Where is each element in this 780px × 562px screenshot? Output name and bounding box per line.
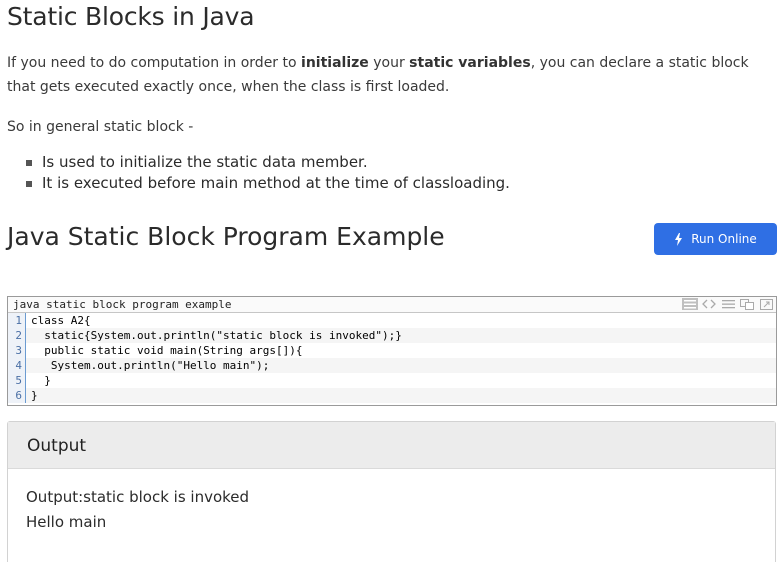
bullet-item: Is used to initialize the static data me…	[26, 152, 510, 173]
output-body: Output:static block is invoked Hello mai…	[8, 469, 775, 535]
code-text: }	[31, 389, 38, 402]
print-icon[interactable]	[739, 298, 755, 310]
line-number: 2	[8, 328, 26, 343]
page-title: Static Blocks in Java	[7, 2, 255, 31]
bullet-text: Is used to initialize the static data me…	[42, 153, 368, 171]
intro-bold-initialize: initialize	[301, 55, 369, 71]
run-online-button[interactable]: Run Online	[654, 223, 777, 255]
intro-text: If you need to do computation in order t…	[7, 55, 302, 71]
code-line: 5 }	[8, 373, 776, 388]
code-toolbar	[682, 298, 774, 310]
line-number: 6	[8, 388, 26, 403]
bullet-list: Is used to initialize the static data me…	[26, 152, 510, 194]
help-icon[interactable]	[758, 298, 774, 310]
code-line: 3 public static void main(String args[])…	[8, 343, 776, 358]
bullet-item: It is executed before main method at the…	[26, 173, 510, 194]
section-title: Java Static Block Program Example	[7, 222, 445, 251]
output-line: Hello main	[26, 513, 107, 531]
bullet-square-icon	[26, 181, 32, 187]
copy-to-clipboard-icon[interactable]	[720, 298, 736, 310]
intro-text: your	[368, 55, 410, 71]
line-number: 1	[8, 313, 26, 328]
code-text: static{System.out.println("static block …	[31, 329, 402, 342]
code-text: System.out.println("Hello main");	[31, 359, 270, 372]
code-title: java static block program example	[13, 298, 232, 311]
code-text: public static void main(String args[]){	[31, 344, 303, 357]
code-line: 4 System.out.println("Hello main");	[8, 358, 776, 373]
code-lines: 1 class A2{ 2 static{System.out.println("…	[8, 313, 776, 403]
run-online-label: Run Online	[691, 232, 757, 246]
code-line: 6}	[8, 388, 776, 403]
code-line: 1 class A2{	[8, 313, 776, 328]
code-text: class A2{	[31, 314, 91, 327]
intro-bold-static-variables: static variables	[409, 55, 531, 71]
code-text: }	[31, 374, 51, 387]
bullet-text: It is executed before main method at the…	[42, 174, 510, 192]
code-title-bar: java static block program example	[8, 297, 776, 313]
view-plain-icon[interactable]	[682, 298, 698, 310]
bolt-icon	[674, 232, 683, 246]
code-block: java static block program example 1 class…	[7, 296, 777, 406]
view-source-icon[interactable]	[701, 298, 717, 310]
output-heading: Output	[8, 422, 775, 469]
output-panel: Output Output:static block is invoked He…	[7, 421, 776, 562]
line-number: 4	[8, 358, 26, 373]
output-line: Output:static block is invoked	[26, 488, 250, 506]
line-number: 5	[8, 373, 26, 388]
line-number: 3	[8, 343, 26, 358]
intro-paragraph: If you need to do computation in order t…	[7, 51, 777, 99]
code-line: 2 static{System.out.println("static bloc…	[8, 328, 776, 343]
bullet-square-icon	[26, 160, 32, 166]
general-text: So in general static block -	[7, 119, 194, 135]
